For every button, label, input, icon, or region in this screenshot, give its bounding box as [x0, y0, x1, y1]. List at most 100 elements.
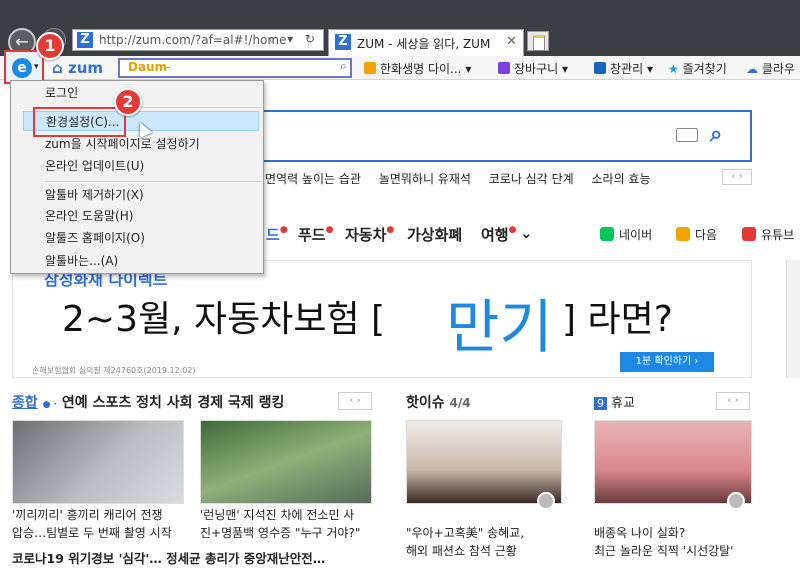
bookmark-hanwha[interactable]: 한화생명 다이... ▾: [364, 60, 471, 77]
service-daum[interactable]: 다음: [676, 226, 717, 243]
daum-icon: [676, 227, 690, 241]
trend-item[interactable]: 놀면뭐하니 유재석: [379, 172, 471, 186]
trending-keywords: 면역력 높이는 습관 놀면뭐하니 유재석 코로나 심각 단계 소라의 효능: [265, 170, 665, 187]
hot-issue-label: 핫이슈: [406, 395, 445, 411]
search-brand: Daum: [128, 60, 168, 74]
url-text[interactable]: http://zum.com/?af=al#!/home: [99, 33, 286, 47]
highlight-box: [33, 107, 126, 137]
gnb-label: 여행: [481, 226, 509, 244]
trend-pager[interactable]: ‹ ›: [722, 169, 752, 185]
ad-note: 손해보험협회 심의필 제24760호(2019.12.02): [32, 366, 196, 375]
service-youtube[interactable]: 유튜브: [742, 226, 794, 243]
bookmark-window-manager[interactable]: 창관리 ▾: [594, 60, 653, 77]
section-tabs: 종합 ● · 연예 스포츠 정치 사회 경제 국제 랭킹: [12, 392, 284, 412]
ad-headline: 2~3월, 자동차보험 [: [62, 299, 386, 340]
trend-item[interactable]: 면역력 높이는 습관: [265, 172, 361, 186]
gnb-item-travel[interactable]: 여행●: [481, 224, 516, 245]
tab-international[interactable]: 국제: [228, 395, 254, 411]
tab-society[interactable]: 사회: [167, 395, 193, 411]
menu-item-remove-toolbar[interactable]: 알툴바 제거하기(X): [23, 185, 259, 205]
star-icon: ★: [668, 62, 679, 76]
news-caption[interactable]: '끼리끼리' 흥끼리 캐리어 전쟁 압승…팀별로 두 번째 촬영 시작: [12, 506, 172, 542]
weather-pager[interactable]: ‹ ›: [716, 392, 750, 410]
service-label: 유튜브: [761, 228, 795, 242]
avatar-icon: [727, 492, 745, 510]
news-caption[interactable]: '런닝맨' 지석진 차에 전소민 사 진+명품백 영수증 "누구 거야?": [200, 506, 360, 542]
ad-cta-button[interactable]: 1분 확인하기 ›: [620, 352, 714, 372]
naver-icon: [600, 227, 614, 241]
tab-politics[interactable]: 정치: [136, 395, 162, 411]
search-icon[interactable]: ⌕: [340, 59, 347, 74]
gnb-label: 푸드: [298, 226, 326, 244]
bookmark-favorites[interactable]: ★ 즐겨찾기: [668, 60, 727, 77]
altoolbar-menu-button[interactable]: e ▾: [4, 50, 44, 84]
gnb-label: 자동차: [345, 226, 387, 244]
tab-economy[interactable]: 경제: [197, 395, 223, 411]
zum-home-button[interactable]: ⌂ zum: [52, 59, 103, 77]
calendar-icon: 9: [594, 397, 607, 410]
tab-sports[interactable]: 스포츠: [93, 395, 132, 411]
news-caption[interactable]: "우아+고혹美" 송혜교, 해외 패션쇼 참석 근황: [406, 524, 524, 560]
toolbar-search-input[interactable]: Daum - ⌕: [118, 58, 352, 78]
chevron-down-icon: ▾: [34, 62, 39, 72]
menu-separator: [45, 181, 261, 182]
gnb-item-crypto[interactable]: 가상화폐: [407, 224, 462, 245]
service-label: 네이버: [619, 228, 653, 242]
tab-ranking[interactable]: 랭킹: [259, 395, 285, 411]
gnb-item-food[interactable]: 푸드●: [298, 224, 333, 245]
youtube-icon: [742, 227, 756, 241]
service-label: 다음: [695, 228, 718, 242]
news-pager[interactable]: ‹ ›: [338, 392, 372, 410]
search-icon[interactable]: ⌕: [710, 122, 722, 147]
news-caption[interactable]: 배종옥 나이 실화? 최근 놀라운 직찍 '시선강탈': [594, 524, 733, 560]
menu-item-about[interactable]: 알툴바는...(A): [23, 251, 259, 271]
gnb-item-car[interactable]: 자동차●: [345, 224, 394, 245]
service-naver[interactable]: 네이버: [600, 226, 652, 243]
menu-item-online-help[interactable]: 온라인 도움말(H): [23, 206, 259, 226]
menu-item-online-update[interactable]: 온라인 업데이트(U): [23, 156, 259, 176]
cart-icon: [498, 62, 510, 74]
tab-zum[interactable]: Z ZUM - 세상을 읽다, ZUM ✕: [328, 29, 524, 56]
step-1-badge: 1: [36, 32, 64, 60]
news-thumbnail[interactable]: [406, 420, 562, 504]
hot-issue-count: 4/4: [449, 396, 471, 410]
bookmark-label: 클라우: [761, 62, 795, 76]
hot-issue-header[interactable]: 핫이슈 4/4: [406, 392, 471, 412]
address-bar[interactable]: Z http://zum.com/?af=al#!/home ⌕ ▾ ↻: [72, 29, 324, 51]
tab-entertainment[interactable]: 연예: [62, 395, 88, 411]
gnb-label: 가상화폐: [407, 226, 463, 244]
bookmark-label: 장바구니: [514, 62, 559, 76]
cloud-icon: ☁: [746, 62, 758, 76]
bookmark-cloud[interactable]: ☁ 클라우: [746, 60, 795, 77]
search-placeholder: -: [166, 60, 171, 74]
zum-label: zum: [67, 59, 104, 77]
tab-all[interactable]: 종합: [12, 395, 38, 411]
ad-big-word: 만기: [446, 293, 553, 361]
bookmark-label: 즐겨찾기: [682, 62, 727, 76]
bookmark-label: 창관리: [610, 62, 644, 76]
ie-logo-icon: e: [12, 58, 32, 78]
window-icon: [594, 62, 606, 74]
news-thumbnail[interactable]: [200, 420, 372, 504]
news-thumbnail[interactable]: [12, 420, 184, 504]
new-tab-button[interactable]: [527, 31, 549, 51]
bookmark-icon: [364, 62, 376, 74]
top-headline[interactable]: 코로나19 위기경보 '심각'… 정세균 총리가 중앙재난안전…: [12, 548, 325, 567]
menu-item-altools-homepage[interactable]: 알툴즈 홈페이지(O): [23, 228, 259, 248]
gnb-item[interactable]: 드●: [266, 224, 288, 245]
trend-item[interactable]: 코로나 심각 단계: [489, 172, 574, 186]
dot-icon: ● ·: [42, 400, 58, 410]
bookmark-label: 한화생명 다이...: [380, 62, 462, 76]
gnb-label: 드: [266, 226, 280, 244]
zum-favicon-icon: Z: [77, 32, 93, 48]
bookmark-cart[interactable]: 장바구니 ▾: [498, 60, 568, 77]
weather-header[interactable]: 9 휴교: [594, 392, 635, 411]
news-thumbnail[interactable]: [594, 420, 752, 504]
keyboard-icon[interactable]: [676, 128, 698, 142]
address-controls[interactable]: ⌕ ▾ ↻: [269, 32, 319, 47]
trend-item[interactable]: 소라의 효능: [592, 172, 651, 186]
step-2-badge: 2: [114, 88, 142, 116]
side-ad[interactable]: [786, 260, 800, 378]
tab-close-icon[interactable]: ✕: [506, 34, 517, 49]
gnb-more-icon[interactable]: ⌄: [520, 224, 533, 242]
